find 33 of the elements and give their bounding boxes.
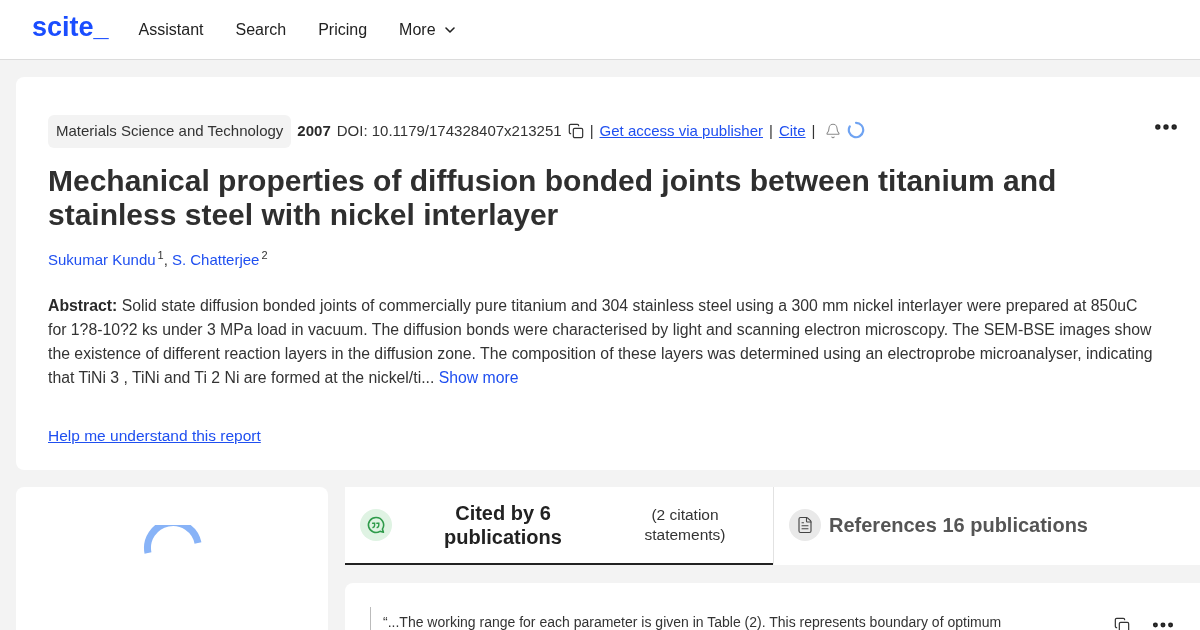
citation-quote: “...The working range for each parameter is given in Table (2). This represents boundary of optimum — [370, 607, 1002, 630]
nav-dropdown[interactable]: More — [399, 17, 458, 42]
separator-text: | — [589, 121, 594, 141]
author-separator: , — [163, 249, 168, 270]
bell-icon[interactable] — [825, 123, 842, 140]
author-link[interactable]: S. Chatterjee$^{2}$ — [171, 248, 268, 271]
nav-link[interactable]: Search — [235, 17, 287, 42]
citation-tab[interactable]: Cited by 6 publications (2 citation statements) — [345, 487, 773, 565]
document-icon — [789, 509, 821, 541]
loading-spinner-icon — [847, 120, 866, 139]
tab-sublabel: (2 citation statements) — [643, 505, 727, 545]
tab-label: References 16 publications — [829, 513, 1088, 537]
separator-text: | — [811, 121, 816, 141]
speech-bubble-icon — [360, 509, 392, 541]
nav-link[interactable]: Assistant — [138, 17, 204, 42]
doi-text: DOI: 10.1179/174328407x213251 — [336, 121, 562, 141]
meta-link[interactable]: Get access via publisher — [599, 120, 763, 143]
citation-tab[interactable]: References 16 publications — [773, 487, 1200, 565]
author-link[interactable]: Sukumar Kundu$^{1}$ — [48, 248, 164, 271]
meta-link[interactable]: Cite — [778, 120, 806, 143]
loading-spinner-icon — [142, 525, 202, 555]
publication-year: 2007 — [297, 121, 331, 141]
tab-label: Cited by 6 publications — [443, 501, 563, 549]
abstract-text: Abstract: Solid state diffusion bonded joints of commercially pure titanium and 304 stainless steel using a 300 mm nickel interlayer were prepared at 850uC for 1?8-10?2 ks under 3 MPa load in vacuum. The diffusion bonds were characterised by light and scanning electron microscopy. The SEM-BSE images show the existence of different reaction layers in the diffusion zone. The composition of these layers was determined using an electroprobe microanalyser, indicating that TiNi 3 , TiNi and Ti 2 Ni are formed at the nickel/ti... Show more — [48, 296, 1154, 388]
show-more-link[interactable]: Show more — [438, 369, 519, 386]
help-link[interactable]: Help me understand this report — [48, 424, 261, 448]
journal-tag[interactable]: Materials Science and Technology — [48, 115, 292, 148]
copy-icon[interactable] — [567, 123, 584, 140]
nav-link[interactable]: Pricing — [318, 17, 368, 42]
separator-text: | — [769, 121, 773, 141]
copy-icon[interactable] — [1114, 617, 1130, 630]
paper-title: Mechanical properties of diffusion bonded joints between titanium and stainless steel with nickel interlayer — [48, 163, 1058, 232]
logo[interactable]: scite_ — [32, 14, 109, 41]
